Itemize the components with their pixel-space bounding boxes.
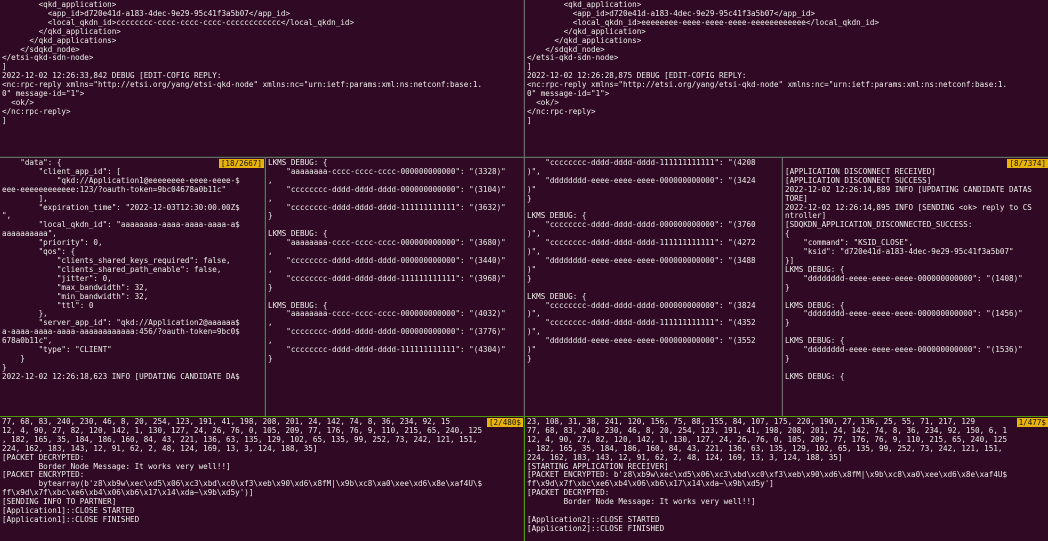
terminal-pane-mid-4[interactable]: [APPLICATION DISCONNECT RECEIVED] [APPLI… [783, 158, 1048, 416]
terminal-pane-bottom-right[interactable]: 23, 108, 31, 38, 241, 120, 156, 75, 88, … [525, 417, 1048, 541]
scroll-position-badge: [8/7374] [1007, 159, 1048, 168]
terminal-pane-top-left[interactable]: <qkd_application> <app_id>d720e41d-a183-… [0, 0, 523, 156]
scroll-position-badge: 1/477$ [1016, 418, 1048, 427]
pane-divider-vertical-mid-2[interactable] [524, 158, 525, 416]
pane-divider-vertical-mid-3[interactable] [782, 158, 783, 416]
pane-divider-vertical-mid-1[interactable] [265, 158, 266, 416]
terminal-pane-mid-3[interactable]: "cccccccc-dddd-dddd-dddd-111111111111": … [525, 158, 781, 416]
terminal-output: 23, 108, 31, 38, 241, 120, 156, 75, 88, … [527, 417, 1008, 533]
terminal-output: 77, 68, 83, 240, 230, 46, 8, 20, 254, 12… [2, 417, 483, 524]
terminal-output: "cccccccc-dddd-dddd-dddd-111111111111": … [527, 158, 756, 363]
terminal-output: "data": { "client_app_id": [ "qkd://Appl… [2, 158, 240, 381]
terminal-pane-top-right[interactable]: <qkd_application> <app_id>d720e41d-a183-… [525, 0, 1048, 156]
pane-divider-vertical-bottom[interactable] [524, 417, 525, 541]
terminal-output: [APPLICATION DISCONNECT RECEIVED] [APPLI… [785, 166, 1032, 381]
scroll-position-badge: [2/480$ [486, 418, 523, 427]
terminal-pane-mid-2[interactable]: LKMS DEBUG: { "aaaaaaaa-cccc-cccc-cccc-0… [266, 158, 523, 416]
terminal-output: LKMS DEBUG: { "aaaaaaaa-cccc-cccc-cccc-0… [268, 158, 506, 363]
terminal-output: <qkd_application> <app_id>d720e41d-a183-… [527, 0, 1008, 125]
terminal-output: <qkd_application> <app_id>d720e41d-a183-… [2, 0, 483, 125]
pane-divider-vertical-top[interactable] [524, 0, 525, 157]
terminal-pane-mid-1[interactable]: "data": { "client_app_id": [ "qkd://Appl… [0, 158, 264, 416]
scroll-position-badge: [18/2667] [218, 159, 264, 168]
terminal-pane-bottom-left[interactable]: 77, 68, 83, 240, 230, 46, 8, 20, 254, 12… [0, 417, 523, 541]
